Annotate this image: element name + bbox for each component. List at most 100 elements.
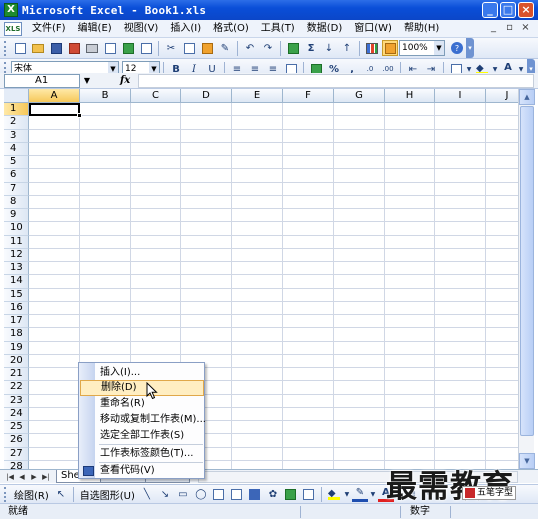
minimize-button[interactable]: _ — [482, 2, 498, 18]
clipart-icon[interactable]: ✿ — [265, 486, 281, 502]
scroll-thumb[interactable] — [520, 106, 534, 436]
row-header[interactable]: 8 — [4, 195, 29, 209]
row-header[interactable]: 23 — [4, 394, 29, 408]
close-button[interactable]: × — [518, 2, 534, 18]
redo-icon[interactable]: ↷ — [260, 40, 276, 56]
picture-icon[interactable] — [283, 486, 299, 502]
print-icon[interactable] — [84, 40, 100, 56]
row-header[interactable]: 9 — [4, 209, 29, 223]
draw-menu[interactable]: 绘图(R) — [14, 487, 49, 502]
rectangle-icon[interactable]: ▭ — [175, 486, 191, 502]
toolbar-grip[interactable] — [4, 40, 7, 56]
copy-icon[interactable] — [181, 40, 197, 56]
row-header[interactable]: 7 — [4, 182, 29, 196]
arrow-icon[interactable]: ↘ — [157, 486, 173, 502]
column-header[interactable]: F — [283, 89, 334, 103]
ime-indicator[interactable]: 五笔字型 — [462, 486, 517, 500]
line-color-icon[interactable]: ✎ — [351, 486, 368, 502]
undo-icon[interactable]: ↶ — [242, 40, 258, 56]
ctx-tab-color[interactable]: 工作表标签颜色(T)... — [80, 446, 204, 462]
doc-close-button[interactable]: × — [519, 22, 532, 35]
next-sheet-icon[interactable]: ▶ — [28, 471, 40, 483]
chevron-down-icon[interactable]: ▼ — [370, 486, 376, 502]
column-header[interactable]: D — [181, 89, 232, 103]
row-header[interactable]: 26 — [4, 434, 29, 448]
name-box[interactable]: A1 ▼ — [4, 73, 90, 88]
textbox-icon[interactable] — [211, 486, 227, 502]
row-header[interactable]: 21 — [4, 368, 29, 382]
insert-image-icon[interactable] — [301, 486, 317, 502]
menu-tools[interactable]: 工具(T) — [255, 20, 301, 38]
menu-file[interactable]: 文件(F) — [26, 20, 72, 38]
row-header[interactable]: 18 — [4, 328, 29, 342]
menu-edit[interactable]: 编辑(E) — [72, 20, 118, 38]
toolbar-grip[interactable] — [4, 486, 7, 502]
column-header[interactable]: G — [334, 89, 385, 103]
menu-data[interactable]: 数据(D) — [301, 20, 349, 38]
row-header[interactable]: 12 — [4, 248, 29, 262]
row-header[interactable]: 17 — [4, 315, 29, 329]
insert-function-icon[interactable]: fx — [120, 75, 130, 86]
row-header[interactable]: 24 — [4, 407, 29, 421]
row-header[interactable]: 19 — [4, 341, 29, 355]
chevron-down-icon[interactable]: ▼ — [344, 486, 350, 502]
line-icon[interactable]: ╲ — [139, 486, 155, 502]
open-icon[interactable] — [30, 40, 46, 56]
first-sheet-icon[interactable]: |◀ — [4, 471, 16, 483]
fill-handle[interactable] — [77, 113, 82, 118]
row-header[interactable]: 15 — [4, 288, 29, 302]
column-header[interactable]: I — [435, 89, 486, 103]
menu-window[interactable]: 窗口(W) — [348, 20, 398, 38]
menu-view[interactable]: 视图(V) — [118, 20, 165, 38]
hyperlink-icon[interactable] — [285, 40, 301, 56]
autosum-icon[interactable]: Σ — [303, 40, 319, 56]
row-header[interactable]: 5 — [4, 156, 29, 170]
column-header[interactable]: J — [486, 89, 518, 103]
help-icon[interactable]: ? — [451, 42, 463, 54]
row-header[interactable]: 2 — [4, 116, 29, 130]
chart-wizard-icon[interactable] — [364, 40, 380, 56]
ctx-insert[interactable]: 插入(I)... — [80, 365, 204, 381]
spelling-icon[interactable] — [120, 40, 136, 56]
fill-color-icon[interactable]: ◆ — [326, 486, 342, 502]
zoom-combo[interactable]: 100% ▼ — [399, 40, 445, 56]
column-header[interactable]: E — [232, 89, 283, 103]
research-icon[interactable] — [138, 40, 154, 56]
sort-ascending-icon[interactable]: ↓ — [321, 40, 337, 56]
row-header[interactable]: 11 — [4, 235, 29, 249]
chevron-down-icon[interactable]: ▼ — [81, 74, 93, 88]
row-header[interactable]: 4 — [4, 142, 29, 156]
permission-icon[interactable] — [66, 40, 82, 56]
doc-restore-button[interactable]: ▫ — [503, 22, 516, 35]
row-header[interactable]: 6 — [4, 169, 29, 183]
row-header[interactable]: 14 — [4, 275, 29, 289]
oval-icon[interactable]: ◯ — [193, 486, 209, 502]
ctx-view-code[interactable]: 查看代码(V) — [80, 463, 204, 479]
new-icon[interactable] — [12, 40, 28, 56]
save-icon[interactable] — [48, 40, 64, 56]
select-objects-icon[interactable]: ↖ — [53, 486, 69, 502]
cut-icon[interactable]: ✂ — [163, 40, 179, 56]
format-painter-icon[interactable]: ✎ — [217, 40, 233, 56]
sort-descending-icon[interactable]: ↑ — [339, 40, 355, 56]
workbook-icon[interactable]: XLS — [4, 21, 22, 36]
row-header[interactable]: 22 — [4, 381, 29, 395]
column-header[interactable]: C — [131, 89, 181, 103]
select-all-corner[interactable] — [4, 89, 29, 103]
prev-sheet-icon[interactable]: ◀ — [16, 471, 28, 483]
row-header[interactable]: 20 — [4, 354, 29, 368]
ctx-delete[interactable]: 删除(D) — [80, 380, 204, 396]
toolbar-options-button[interactable]: ▾ — [466, 38, 474, 58]
last-sheet-icon[interactable]: ▶| — [40, 471, 52, 483]
paste-icon[interactable] — [199, 40, 215, 56]
ctx-move-copy[interactable]: 移动或复制工作表(M)... — [80, 412, 206, 428]
print-preview-icon[interactable] — [102, 40, 118, 56]
row-header[interactable]: 13 — [4, 262, 29, 276]
drawing-icon[interactable] — [382, 40, 398, 56]
row-header[interactable]: 10 — [4, 222, 29, 236]
formula-input[interactable] — [138, 73, 534, 88]
menu-format[interactable]: 格式(O) — [207, 20, 255, 38]
ctx-rename[interactable]: 重命名(R) — [80, 396, 204, 412]
active-cell-a1[interactable] — [29, 103, 82, 118]
vertical-scrollbar[interactable]: ▲ ▼ — [518, 89, 535, 469]
